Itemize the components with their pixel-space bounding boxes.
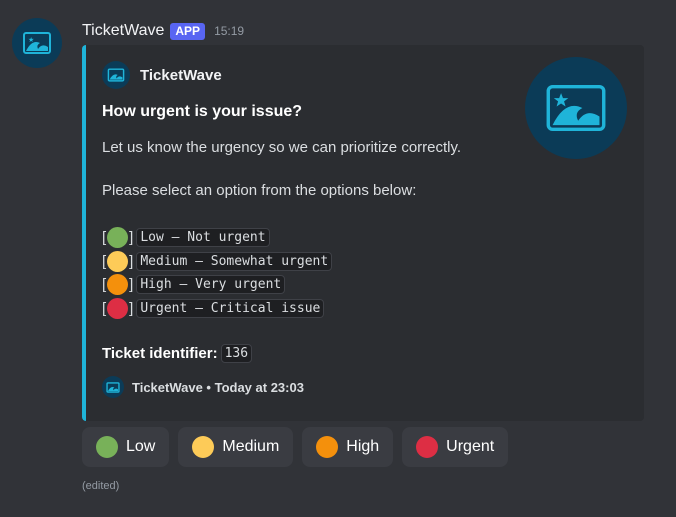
low-button[interactable]: Low	[82, 427, 170, 467]
bracket-open: [	[102, 229, 107, 247]
bot-username[interactable]: TicketWave	[82, 22, 164, 40]
ticket-identifier: Ticket identifier: 136	[102, 344, 253, 363]
bracket-open: [	[102, 276, 107, 294]
embed-card: TicketWave How urgent is your issue? Let…	[82, 45, 644, 421]
ticket-wave-logo-icon	[546, 84, 606, 132]
bracket-close: ]	[129, 299, 134, 317]
option-row-urgent: [ ] Urgent — Critical issue	[102, 297, 332, 321]
medium-button-label: Medium	[222, 438, 280, 455]
embed-footer-text: TicketWave • Today at 23:03	[132, 379, 304, 395]
embed-author: TicketWave	[102, 61, 222, 89]
embed-author-name: TicketWave	[140, 66, 222, 84]
embed-instruction: Please select an option from the options…	[102, 182, 417, 199]
bracket-close: ]	[129, 276, 134, 294]
bracket-open: [	[102, 299, 107, 317]
urgent-button[interactable]: Urgent	[402, 427, 509, 467]
option-label: High — Very urgent	[136, 275, 286, 295]
embed-thumbnail[interactable]	[525, 57, 627, 159]
high-button[interactable]: High	[302, 427, 394, 467]
red-circle-icon	[107, 297, 129, 319]
green-circle-icon	[96, 436, 118, 458]
option-label: Low — Not urgent	[136, 228, 270, 248]
ticket-wave-logo-icon: ★	[23, 32, 51, 54]
ticket-wave-logo-icon	[106, 381, 120, 393]
author-avatar	[102, 61, 130, 89]
ticket-identifier-label: Ticket identifier:	[102, 345, 218, 362]
option-label: Medium — Somewhat urgent	[136, 251, 333, 271]
embed-footer: TicketWave • Today at 23:03	[102, 376, 304, 398]
urgency-options-list: [ ] Low — Not urgent [ ] Medium — Somewh…	[102, 226, 333, 321]
urgent-button-label: Urgent	[446, 438, 495, 455]
urgency-button-row: Low Medium High Urgent	[82, 427, 509, 467]
svg-text:★: ★	[28, 36, 34, 44]
option-label: Urgent — Critical issue	[136, 298, 325, 318]
embed-title: How urgent is your issue?	[102, 103, 303, 120]
high-button-label: High	[346, 438, 380, 455]
ticket-wave-logo-icon	[107, 68, 125, 82]
low-button-label: Low	[126, 438, 156, 455]
ticket-identifier-value: 136	[220, 344, 253, 363]
yellow-circle-icon	[107, 250, 129, 272]
bracket-close: ]	[129, 252, 134, 270]
orange-circle-icon	[316, 436, 339, 458]
option-row-high: [ ] High — Very urgent	[102, 273, 332, 297]
message-header: TicketWave APP 15:19	[82, 20, 244, 42]
bracket-close: ]	[129, 229, 134, 247]
footer-avatar	[102, 376, 124, 398]
green-circle-icon	[107, 227, 129, 249]
message-timestamp[interactable]: 15:19	[214, 24, 244, 38]
app-badge: APP	[170, 22, 206, 40]
medium-button[interactable]: Medium	[178, 427, 294, 467]
embed-description: Let us know the urgency so we can priori…	[102, 139, 462, 156]
option-row-medium: [ ] Medium — Somewhat urgent	[102, 250, 333, 274]
orange-circle-icon	[107, 274, 129, 296]
chat-message: ★ TicketWave APP 15:19 TicketWave How ur…	[0, 0, 676, 517]
bot-avatar[interactable]: ★	[12, 18, 62, 68]
red-circle-icon	[416, 436, 439, 458]
option-row-low: [ ] Low — Not urgent	[102, 226, 332, 250]
bracket-open: [	[102, 252, 107, 270]
yellow-circle-icon	[192, 436, 215, 458]
edited-indicator: (edited)	[82, 480, 120, 492]
